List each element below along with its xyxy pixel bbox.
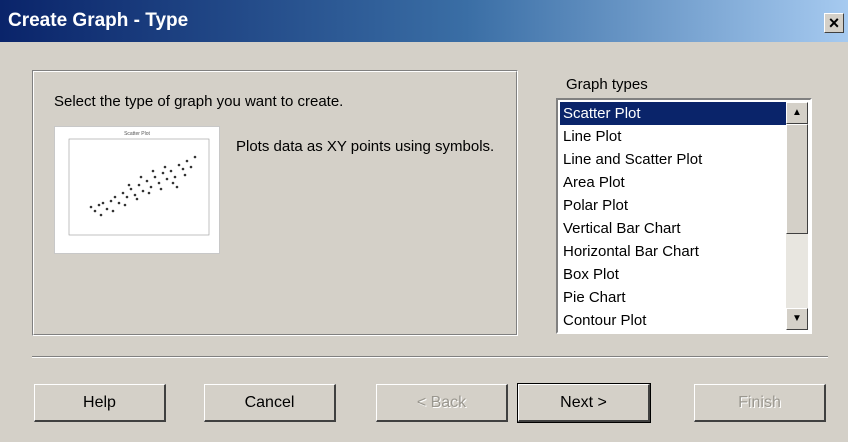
preview-point [193,155,197,159]
preview-point [89,205,93,209]
preview-point [153,175,157,179]
preview-point [175,185,179,189]
preview-point [189,165,193,169]
preview-point [97,203,101,207]
graph-type-item[interactable]: Polar Plot [560,194,786,217]
preview-point [183,173,187,177]
preview-point [169,169,173,173]
graph-type-item[interactable]: Line and Scatter Plot [560,148,786,171]
preview-point [111,209,115,213]
graph-type-description: Plots data as XY points using symbols. [236,138,495,155]
preview-point [101,201,105,205]
scroll-down-arrow-icon: ▼ [792,313,802,324]
preview-point [125,195,129,199]
window-title: Create Graph - Type [8,10,189,31]
graph-types-list: Scatter Plot Line Plot Line and Scatter Pl… [560,102,786,332]
scroll-down-button[interactable]: ▼ [786,308,808,330]
title-bar: Create Graph - Type × [0,0,848,42]
graph-type-item[interactable]: Contour Plot [560,309,786,332]
close-button[interactable]: × [824,13,844,33]
preview-point [147,191,151,195]
preview-point [105,207,109,211]
vertical-scrollbar[interactable]: ▲ ▼ [786,102,808,330]
preview-point [129,187,133,191]
preview-point [157,181,161,185]
next-button[interactable]: Next > [517,383,651,423]
graph-preview-thumbnail: Scatter Plot [54,126,220,254]
preview-point [109,199,113,203]
preview-point [165,177,169,181]
button-separator [32,356,828,358]
preview-point [141,189,145,193]
close-icon: × [828,13,840,33]
scroll-up-button[interactable]: ▲ [786,102,808,124]
preview-title: Scatter Plot [124,131,150,137]
preview-point [127,183,131,187]
preview-point [159,187,163,191]
cancel-button[interactable]: Cancel [204,384,336,422]
graph-type-item[interactable]: Vertical Bar Chart [560,217,786,240]
graph-types-label: Graph types [566,76,648,93]
preview-point [117,201,121,205]
preview-point [161,171,165,175]
preview-point [123,203,127,207]
finish-button[interactable]: Finish [694,384,826,422]
scroll-up-arrow-icon: ▲ [792,107,802,118]
preview-point [181,167,185,171]
preview-point [151,169,155,173]
preview-point [145,179,149,183]
graph-type-item[interactable]: Box Plot [560,263,786,286]
preview-point [177,163,181,167]
back-button[interactable]: < Back [376,384,508,422]
preview-point [137,183,141,187]
preview-point [185,159,189,163]
preview-point [121,191,125,195]
graph-type-item[interactable]: Line Plot [560,125,786,148]
preview-point [99,213,103,217]
scatter-preview-image: Scatter Plot [68,131,210,236]
preview-point [163,165,167,169]
instruction-text: Select the type of graph you want to cre… [54,93,344,110]
preview-point [171,181,175,185]
graph-type-item[interactable]: Scatter Plot [560,102,786,125]
graph-type-item[interactable]: Area Plot [560,171,786,194]
preview-point [139,175,143,179]
preview-point [133,193,137,197]
preview-point [173,175,177,179]
preview-point [113,195,117,199]
help-button[interactable]: Help [34,384,166,422]
preview-point [149,185,153,189]
graph-type-item[interactable]: Horizontal Bar Chart [560,240,786,263]
graph-types-listbox[interactable]: Scatter Plot Line Plot Line and Scatter Pl… [556,98,812,334]
scroll-thumb[interactable] [786,124,808,234]
graph-type-item[interactable]: Pie Chart [560,286,786,309]
preview-point [93,209,97,213]
preview-point [135,197,139,201]
